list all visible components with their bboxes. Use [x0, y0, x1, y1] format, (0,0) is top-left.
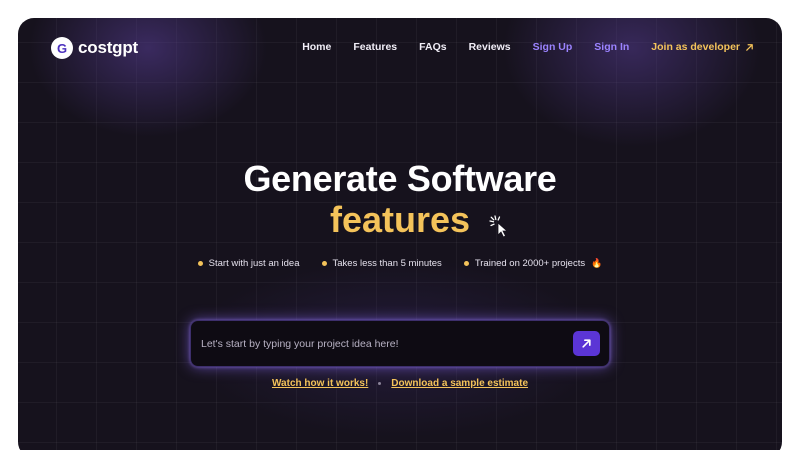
background-glow-right	[502, 18, 762, 148]
bullet-item: Start with just an idea	[197, 258, 300, 269]
brand-logo[interactable]: G costgpt	[51, 37, 138, 59]
background-glow-left	[28, 18, 268, 138]
join-developer-label: Join as developer	[651, 41, 740, 53]
secondary-links: Watch how it works! Download a sample es…	[18, 378, 782, 389]
bullet-item: Trained on 2000+ projects 🔥	[463, 258, 603, 269]
project-idea-input-box	[190, 320, 610, 367]
join-developer-link[interactable]: Join as developer	[651, 41, 754, 53]
feature-bullets: Start with just an idea Takes less than …	[18, 258, 782, 269]
bullet-text: Start with just an idea	[208, 258, 300, 269]
submit-button[interactable]	[573, 331, 600, 356]
sign-in-link[interactable]: Sign In	[594, 41, 629, 53]
project-idea-input[interactable]	[191, 321, 573, 366]
bullet-dot-icon	[321, 261, 327, 266]
arrow-up-right-icon	[582, 339, 591, 348]
hero-accent-word: features	[329, 199, 471, 240]
arrow-up-right-icon	[746, 43, 753, 51]
bullet-dot-icon	[463, 261, 469, 266]
top-nav: Home Features FAQs Reviews Sign Up Sign …	[302, 41, 754, 53]
nav-faqs[interactable]: FAQs	[419, 41, 446, 53]
brand-name: costgpt	[78, 38, 138, 57]
separator-dot	[378, 382, 382, 385]
nav-home[interactable]: Home	[302, 41, 331, 53]
fire-icon: 🔥	[591, 258, 603, 268]
bullet-item: Takes less than 5 minutes	[321, 258, 442, 269]
bullet-text: Takes less than 5 minutes	[332, 258, 442, 269]
cursor-click-icon	[489, 215, 509, 238]
download-sample-estimate-link[interactable]: Download a sample estimate	[391, 378, 528, 389]
bullet-text: Trained on 2000+ projects	[474, 258, 586, 269]
sign-up-link[interactable]: Sign Up	[533, 41, 573, 53]
watch-how-it-works-link[interactable]: Watch how it works!	[272, 378, 368, 389]
nav-features[interactable]: Features	[353, 41, 397, 53]
logo-icon: G	[51, 37, 73, 59]
nav-reviews[interactable]: Reviews	[469, 41, 511, 53]
page-frame: G costgpt Home Features FAQs Reviews Sig…	[18, 18, 782, 450]
bullet-dot-icon	[197, 261, 203, 266]
hero-title: Generate Software	[243, 158, 557, 199]
